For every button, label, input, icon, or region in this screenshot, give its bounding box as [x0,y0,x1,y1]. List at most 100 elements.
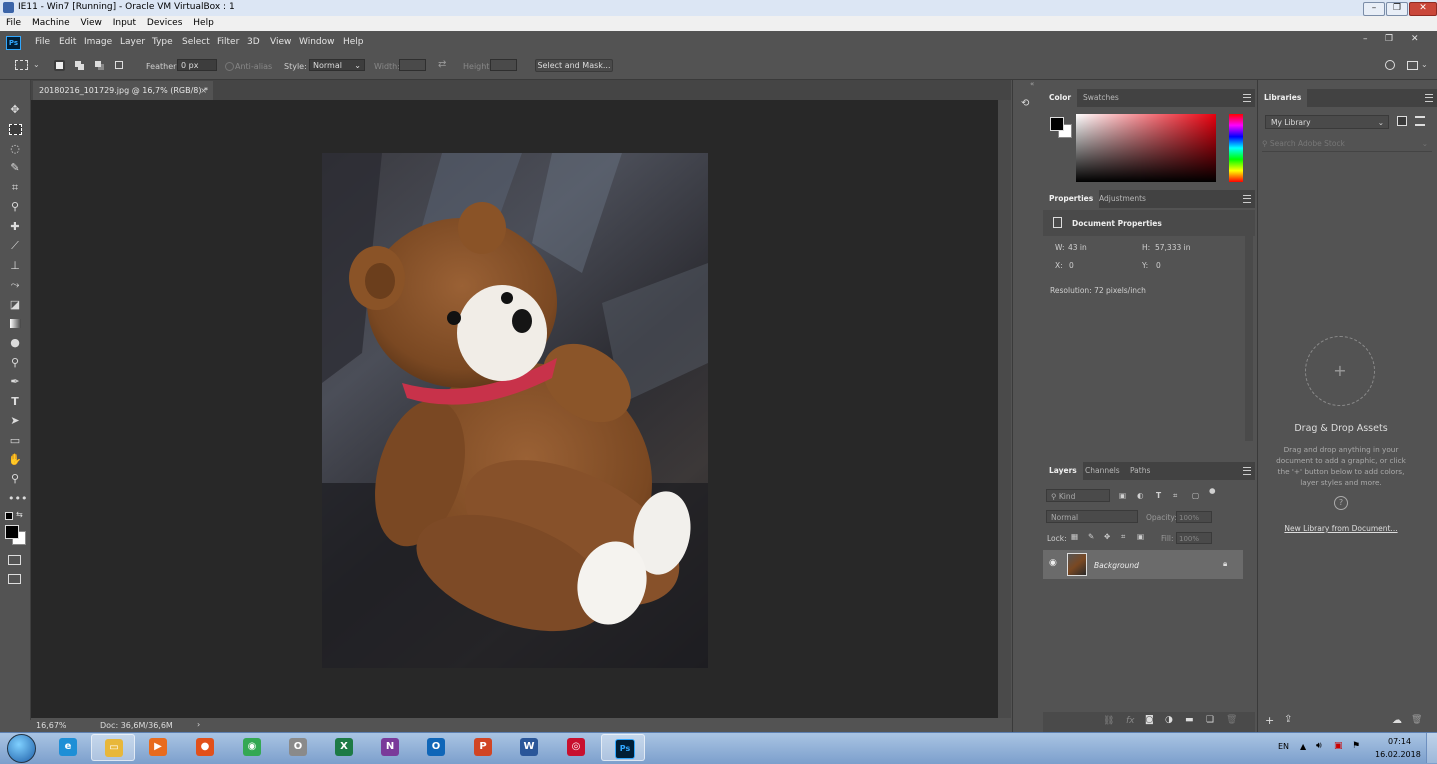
more-tools-icon[interactable]: ••• [8,492,27,506]
taskbar-app-onenote[interactable]: N [368,734,412,761]
vbox-menu-view[interactable]: View [81,16,102,31]
lasso-tool-icon[interactable]: ◌ [8,142,22,156]
vbox-menu-help[interactable]: Help [193,16,214,31]
close-button[interactable]: ✕ [1409,2,1437,16]
hue-slider[interactable] [1229,114,1243,182]
anti-alias-checkbox[interactable] [225,62,234,71]
tab-layers[interactable]: Layers [1043,462,1083,480]
creative-cloud-icon[interactable]: ☁ [1392,715,1402,726]
taskbar-app-opera[interactable]: O [276,734,320,761]
zoom-level[interactable]: 16,67% [36,721,67,730]
adobe-stock-search[interactable]: ⚲ Search Adobe Stock ⌄ [1262,137,1432,152]
delete-layer-icon[interactable]: 🗑︎ [1226,715,1237,725]
width-prop-value[interactable]: 43 in [1068,243,1087,252]
restore-button[interactable]: ❐ [1386,2,1408,16]
adjustment-layer-icon[interactable]: ◑ [1165,715,1173,725]
language-indicator[interactable]: EN [1278,742,1289,751]
height-prop-value[interactable]: 57,333 in [1155,243,1190,252]
swap-colors-icon[interactable]: ⇆ [16,510,23,519]
chevron-down-icon[interactable]: ⌄ [1421,60,1428,69]
show-desktop-button[interactable] [1426,733,1437,763]
vbox-menu-devices[interactable]: Devices [147,16,182,31]
marquee-preset-icon[interactable] [15,60,28,70]
taskbar-app-internet-explorer[interactable]: e [46,734,90,761]
dodge-tool-icon[interactable]: ⚲ [8,356,22,370]
library-select[interactable]: My Library ⌄ [1265,115,1389,129]
feather-input[interactable]: 0 px [177,59,217,71]
blend-mode-select[interactable]: Normal [1046,510,1138,523]
network-icon[interactable]: ▣ [1334,741,1343,751]
quick-mask-icon[interactable] [8,555,21,565]
type-tool-icon[interactable]: T [8,395,22,409]
new-group-icon[interactable]: ▬ [1185,715,1194,725]
libraries-menu-icon[interactable] [1425,94,1433,102]
layer-name[interactable]: Background [1094,561,1139,570]
layer-row[interactable]: ◉ Background 🔒︎ [1043,550,1243,579]
hand-tool-icon[interactable]: ✋ [8,453,22,467]
filter-toggle-icon[interactable]: ● [1209,486,1216,495]
color-panel-menu-icon[interactable] [1243,94,1251,102]
fill-input[interactable]: 100% [1176,532,1212,544]
blur-tool-icon[interactable]: ● [8,336,22,350]
eyedropper-tool-icon[interactable]: ⚲ [8,200,22,214]
taskbar-app-outlook[interactable]: O [414,734,458,761]
clock-time[interactable]: 07:14 [1388,737,1411,746]
opacity-input[interactable]: 100% [1176,511,1212,523]
minimize-button[interactable]: – [1363,2,1385,16]
help-icon[interactable]: ? [1334,496,1348,510]
add-selection-icon[interactable] [74,60,85,71]
style-select[interactable]: Normal ⌄ [309,59,365,71]
taskbar-app-powerpoint[interactable]: P [461,734,505,761]
vertical-scrollbar[interactable] [998,100,1011,718]
workspace-icon[interactable] [1407,61,1418,70]
filter-pixel-icon[interactable]: ▣ [1119,491,1126,500]
start-button[interactable] [7,734,36,763]
marquee-tool-icon[interactable] [8,122,22,136]
tab-swatches[interactable]: Swatches [1077,89,1125,107]
clock-date[interactable]: 16.02.2018 [1375,750,1421,759]
subtract-selection-icon[interactable] [94,60,105,71]
volume-icon[interactable]: 🔊︎ [1316,741,1322,751]
status-menu-arrow[interactable]: › [197,720,200,729]
eraser-tool-icon[interactable]: ◪ [8,298,22,312]
add-mask-icon[interactable]: ◙ [1145,715,1154,725]
layers-panel-menu-icon[interactable] [1243,467,1251,475]
tab-channels[interactable]: Channels [1079,462,1126,480]
taskbar-app-windows-explorer[interactable]: ▭ [91,734,135,761]
tab-color[interactable]: Color [1043,89,1078,107]
tab-paths[interactable]: Paths [1124,462,1156,480]
select-and-mask-button[interactable]: Select and Mask... [535,59,613,72]
ps-restore-button[interactable]: ❐ [1385,34,1393,44]
collapse-arrows-icon[interactable]: « [1030,80,1034,88]
x-prop-value[interactable]: 0 [1069,261,1074,270]
clone-stamp-tool-icon[interactable]: ⊥ [8,259,22,273]
filter-smart-object-icon[interactable]: ▢ [1192,491,1199,500]
zoom-tool-icon[interactable]: ⚲ [8,472,22,486]
lock-all-icon[interactable]: ▣ [1137,532,1144,541]
history-panel-icon[interactable]: ⟲ [1021,98,1035,112]
add-icon[interactable]: + [1265,714,1274,727]
ps-menu-3d[interactable]: 3D [247,37,260,47]
lock-pixels-icon[interactable]: ✎ [1088,532,1094,541]
taskbar-app-media-player[interactable]: ▶ [136,734,180,761]
taskbar-app-photoshop[interactable]: Ps [601,734,645,761]
filter-shape-icon[interactable]: ⌗ [1173,491,1177,501]
pen-tool-icon[interactable]: ✒ [8,375,22,389]
ps-menu-view[interactable]: View [270,37,291,47]
ps-close-button[interactable]: ✕ [1411,34,1419,44]
width-input[interactable] [399,59,426,71]
lock-transparent-icon[interactable]: ▦ [1071,532,1078,541]
taskbar-app-chrome[interactable]: ◉ [230,734,274,761]
move-tool-icon[interactable]: ✥ [8,103,22,117]
path-selection-tool-icon[interactable]: ➤ [8,414,22,428]
ps-minimize-button[interactable]: – [1363,34,1368,44]
foreground-color-chip[interactable] [1050,117,1064,131]
tab-adjustments[interactable]: Adjustments [1093,190,1152,208]
document-image[interactable] [322,153,708,668]
taskbar-app-firefox[interactable]: ● [183,734,227,761]
tab-libraries[interactable]: Libraries [1258,89,1308,107]
taskbar-app-excel[interactable]: X [322,734,366,761]
close-tab-icon[interactable]: × [200,81,207,100]
new-library-link[interactable]: New Library from Document... [1264,524,1418,533]
history-brush-tool-icon[interactable]: ⤳ [8,278,22,292]
